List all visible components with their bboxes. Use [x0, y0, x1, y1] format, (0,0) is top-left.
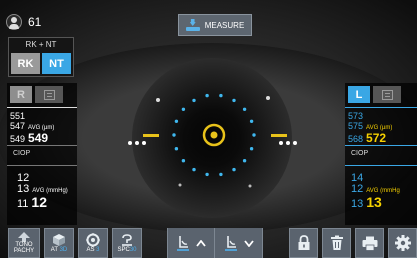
chinrest-icon: [177, 236, 189, 251]
iris: [132, 58, 292, 218]
mode-title: RK + NT: [25, 40, 57, 49]
as-value: 3: [96, 247, 100, 253]
reading: 11: [17, 198, 29, 210]
chevron-down-icon: [243, 239, 254, 247]
ring-dot: [172, 133, 176, 137]
list-icon: [43, 89, 55, 100]
ciop-label: CIOP: [13, 150, 31, 157]
ring-dot: [232, 167, 236, 172]
gear-icon: [394, 235, 411, 251]
iop-readings-r: 12 13 AVG (mmHg) 11 12: [17, 173, 68, 210]
pachy-readings-r: 551 547 AVG (µm) 549 549: [10, 111, 54, 144]
ring-dot: [205, 172, 209, 177]
ring-dot: [219, 93, 223, 98]
right-reflection-dots: [279, 141, 297, 145]
settings-button[interactable]: [388, 228, 417, 258]
reading: 547: [10, 121, 26, 131]
reading: 568: [348, 134, 364, 144]
avg-value: 12: [31, 194, 47, 210]
divider: [345, 107, 417, 108]
divider: [345, 165, 417, 166]
spc-prefix: SPC: [117, 246, 130, 253]
pachy-readings-l: 573 575 AVG (µm) 568 572: [348, 111, 392, 144]
right-eye-panel: R 551 547 AVG (µm) 549 549 CIOP 12 13 AVG (…: [7, 83, 77, 225]
list-tab-l[interactable]: [373, 86, 401, 103]
avg-value: 549: [28, 131, 49, 145]
device-screen: 61 RK + NT RK NT MEASURE R 551 547 AVG (µ…: [0, 0, 417, 258]
divider: [7, 145, 77, 146]
cube-icon: [53, 234, 65, 246]
measure-label: MEASURE: [204, 20, 245, 30]
patient-id: 61: [28, 15, 42, 29]
chinrest-icon: [224, 236, 237, 251]
ring-dot: [249, 147, 254, 151]
chevron-up-icon: [196, 239, 206, 247]
reading: 13: [351, 198, 364, 210]
ring-dot: [181, 159, 186, 163]
at-prefix: AT: [50, 247, 58, 253]
spc-icon: [122, 233, 132, 246]
as-prefix: AS: [86, 247, 95, 253]
spc-button[interactable]: SPC30: [112, 228, 142, 258]
reading: 549: [10, 134, 26, 144]
ciop-label: CIOP: [351, 150, 369, 157]
right-alignment-bar: [271, 134, 287, 137]
ring-dot: [219, 172, 223, 177]
print-icon: [362, 236, 377, 251]
at-value: 3D: [59, 247, 68, 253]
eye-tab-r[interactable]: R: [10, 86, 32, 103]
left-reflection-dots: [128, 141, 146, 145]
list-icon: [381, 89, 393, 100]
reading: 13: [17, 183, 30, 195]
chinrest-down-button[interactable]: [215, 228, 262, 258]
ring-dot: [174, 147, 179, 151]
chinrest-up-button[interactable]: [168, 228, 215, 258]
print-button[interactable]: [355, 228, 384, 258]
delete-button[interactable]: [322, 228, 351, 258]
rk-button[interactable]: RK: [11, 53, 40, 74]
tono-pachy-icon: [18, 232, 30, 242]
auto-shot-button[interactable]: AS 3: [78, 228, 108, 258]
reading: 551: [10, 111, 26, 121]
ring-dot: [242, 159, 247, 163]
spc-value: 30: [129, 246, 137, 253]
left-alignment-bar: [143, 134, 159, 137]
list-tab-r[interactable]: [35, 86, 63, 103]
eye-tab-l[interactable]: L: [348, 86, 370, 103]
ring-dot: [252, 133, 256, 137]
nt-button[interactable]: NT: [42, 53, 71, 74]
reading: 575: [348, 121, 364, 131]
lock-button[interactable]: [289, 228, 318, 258]
ring-dot: [174, 119, 179, 124]
patient-info[interactable]: 61: [6, 13, 66, 31]
target-icon: [86, 233, 100, 247]
ring-dot: [192, 167, 196, 172]
measure-button[interactable]: MEASURE: [178, 14, 252, 36]
divider: [7, 107, 77, 108]
user-icon: [6, 14, 22, 30]
left-eye-panel: L 573 575 AVG (µm) 568 572 CIOP 14 12 AVG (…: [345, 83, 417, 225]
avg-value: 572: [366, 131, 387, 145]
measure-icon: [185, 19, 200, 31]
ring-dot: [181, 107, 186, 112]
divider: [345, 145, 417, 146]
ring-dot: [232, 98, 236, 103]
ring-dot: [192, 98, 196, 103]
trash-icon: [330, 235, 343, 250]
iop-readings-l: 14 12 AVG (mmHg 13 13: [351, 173, 400, 210]
tono-pachy-label: TONO PACHY: [13, 242, 35, 254]
target-center: [210, 131, 218, 139]
lock-icon: [298, 235, 309, 250]
ring-dot: [205, 93, 209, 98]
ring-dot: [242, 107, 247, 112]
reading: 12: [351, 183, 364, 195]
auto-tracking-button[interactable]: AT 3D: [44, 228, 74, 258]
tono-pachy-button[interactable]: TONO PACHY: [8, 228, 40, 258]
mode-panel: RK + NT RK NT: [8, 37, 74, 77]
reading: 573: [348, 111, 364, 121]
divider: [7, 165, 77, 166]
avg-value: 13: [366, 194, 382, 210]
ring-dot: [249, 119, 254, 124]
